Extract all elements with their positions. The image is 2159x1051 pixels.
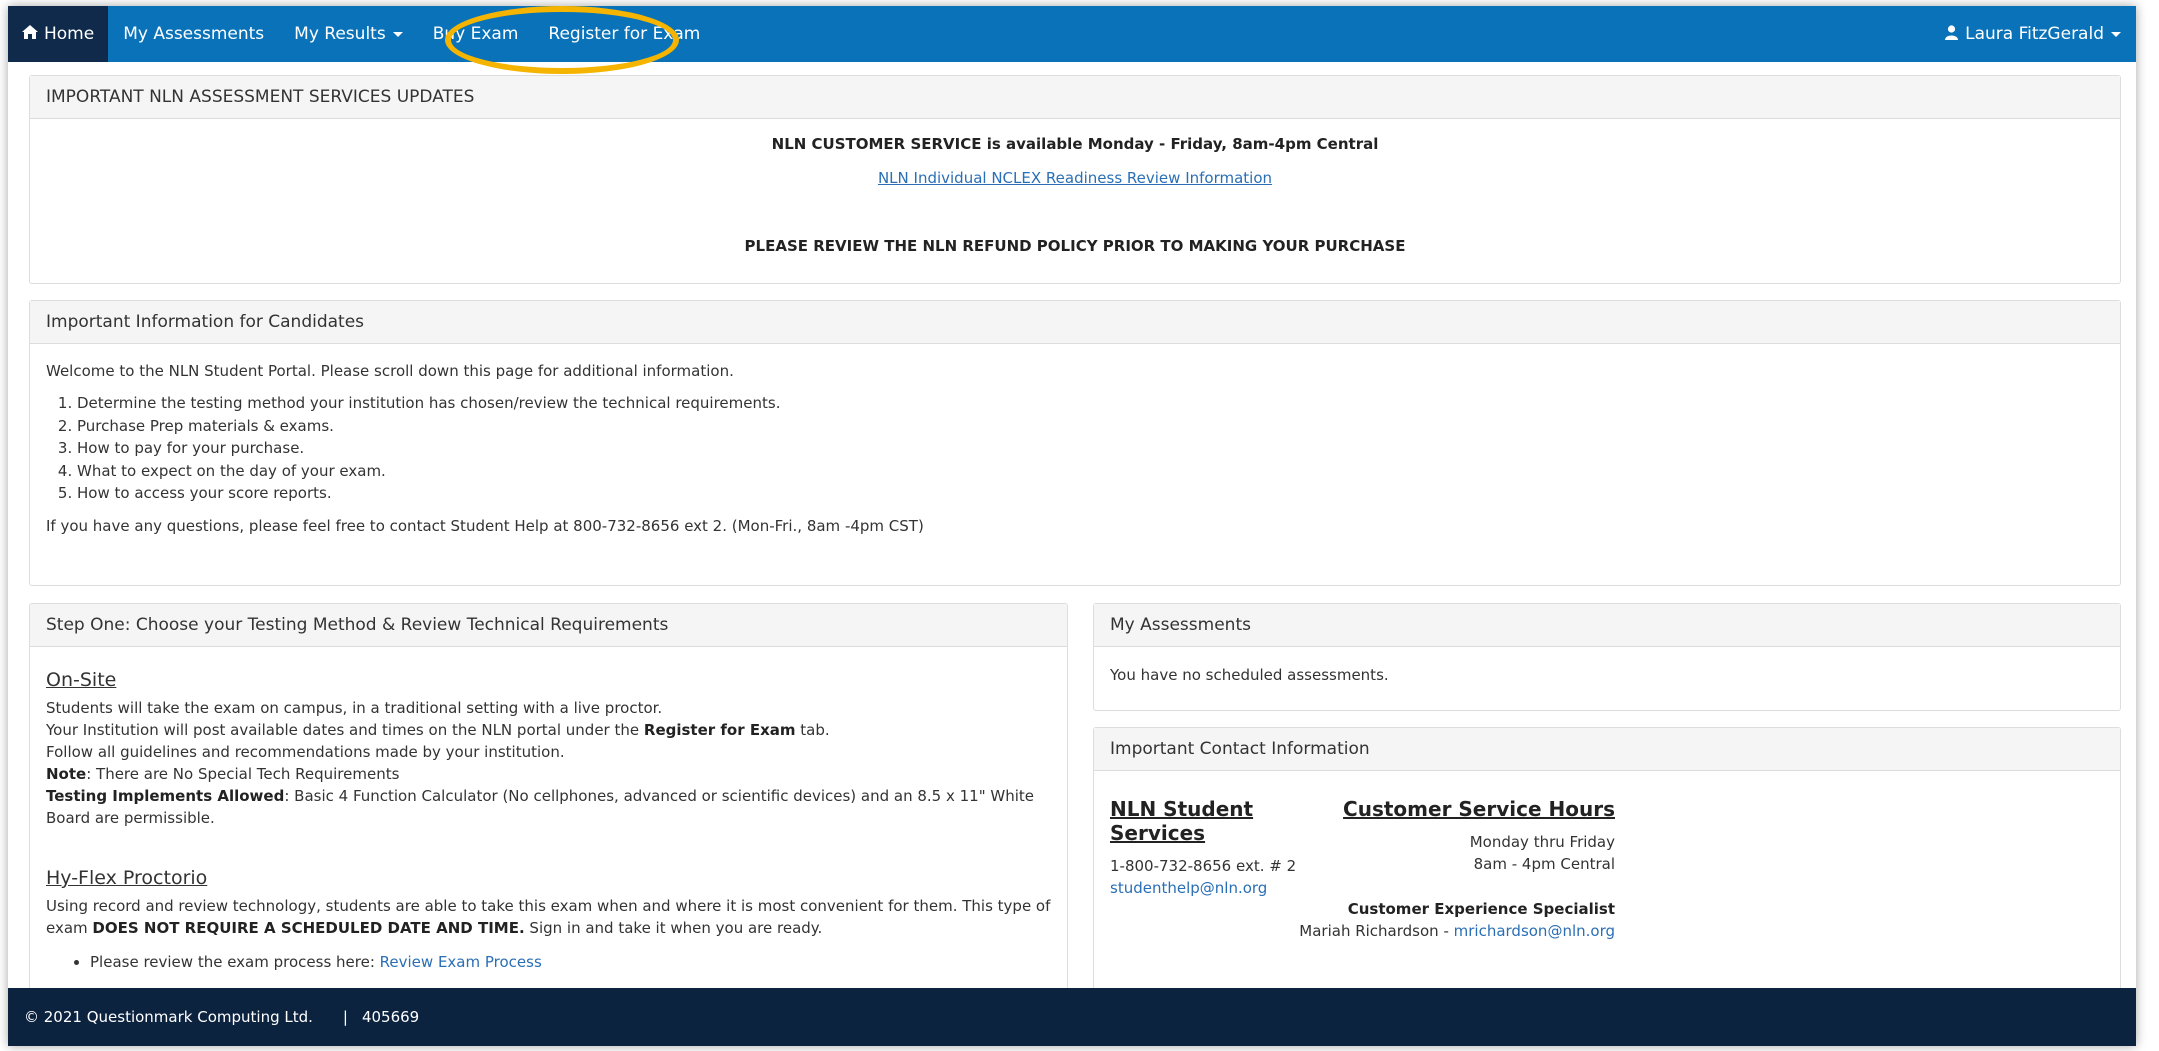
specialist-name: Mariah Richardson - <box>1299 922 1454 940</box>
nclex-readiness-link[interactable]: NLN Individual NCLEX Readiness Review In… <box>878 169 1272 187</box>
contact-heading: Important Contact Information <box>1094 728 2120 771</box>
nav-home-label: Home <box>44 24 95 44</box>
build-number: 405669 <box>361 1008 420 1026</box>
nav-my-assessments[interactable]: My Assessments <box>108 6 279 62</box>
specialist-line: Mariah Richardson - mrichardson@nln.org <box>1115 920 1615 942</box>
candidates-body: Welcome to the NLN Student Portal. Pleas… <box>30 344 2120 553</box>
student-services-phone: 1-800-732-8656 ext. # 2 <box>1110 857 1297 875</box>
onsite-line-3: Follow all guidelines and recommendation… <box>46 743 565 761</box>
list-item: How to pay for your purchase. <box>77 437 2104 460</box>
no-assessments-text: You have no scheduled assessments. <box>1110 666 1389 684</box>
chevron-down-icon <box>2111 31 2121 37</box>
welcome-text: Welcome to the NLN Student Portal. Pleas… <box>46 362 734 380</box>
updates-heading: IMPORTANT NLN ASSESSMENT SERVICES UPDATE… <box>30 76 2120 119</box>
step-one-body: On-Site Students will take the exam on c… <box>30 647 1067 989</box>
customer-service-notice: NLN CUSTOMER SERVICE is available Monday… <box>771 135 1379 153</box>
hyflex-list: Please review the exam process here: Rev… <box>90 951 1051 973</box>
note-label: Note <box>46 765 87 783</box>
student-services-block: NLN Student Services 1-800-732-8656 ext.… <box>1110 797 1320 899</box>
nav-my-results[interactable]: My Results <box>279 6 418 62</box>
review-exam-process-link[interactable]: Review Exam Process <box>380 953 542 971</box>
onsite-line-2-end: tab. <box>795 721 830 739</box>
user-menu[interactable]: Laura FitzGerald <box>1930 6 2136 62</box>
page-frame: Home My Assessments My Results Buy Exam … <box>8 6 2136 1046</box>
implements-label: Testing Implements Allowed <box>46 787 285 805</box>
onsite-line-2-text: Your Institution will post available dat… <box>46 721 644 739</box>
service-hours-block: Customer Service Hours Monday thru Frida… <box>1299 797 1615 942</box>
onsite-line-2: Your Institution will post available dat… <box>46 719 1051 741</box>
top-navbar: Home My Assessments My Results Buy Exam … <box>8 6 2136 62</box>
home-icon <box>22 25 38 43</box>
service-days: Monday thru Friday <box>1469 833 1615 851</box>
hyflex-title: Hy-Flex Proctorio <box>46 867 208 889</box>
note-text: : There are No Special Tech Requirements <box>86 765 400 783</box>
step-one-panel: Step One: Choose your Testing Method & R… <box>29 603 1068 1046</box>
service-hours-title: Customer Service Hours <box>1343 797 1615 821</box>
register-tab-ref: Register for Exam <box>643 721 796 739</box>
onsite-title: On-Site <box>46 669 117 691</box>
refund-policy-notice: PLEASE REVIEW THE NLN REFUND POLICY PRIO… <box>744 237 1406 255</box>
footer-separator: | <box>342 1008 348 1026</box>
onsite-implements: Testing Implements Allowed: Basic 4 Func… <box>46 785 1051 829</box>
nav-register-for-exam[interactable]: Register for Exam <box>533 6 715 62</box>
updates-panel: IMPORTANT NLN ASSESSMENT SERVICES UPDATE… <box>29 75 2121 284</box>
nav-home[interactable]: Home <box>8 6 109 62</box>
bullet-text: Please review the exam process here: <box>90 953 380 971</box>
hyflex-bold: DOES NOT REQUIRE A SCHEDULED DATE AND TI… <box>92 919 525 937</box>
list-item: Purchase Prep materials & exams. <box>77 415 2104 438</box>
list-item: How to access your score reports. <box>77 482 2104 505</box>
questions-text: If you have any questions, please feel f… <box>46 516 924 535</box>
user-name: Laura FitzGerald <box>1965 24 2104 44</box>
candidate-steps-list: Determine the testing method your instit… <box>77 392 2104 505</box>
nav-my-results-label: My Results <box>294 24 386 44</box>
copyright-text: © 2021 Questionmark Computing Ltd. <box>24 1008 313 1026</box>
chevron-down-icon <box>392 31 403 37</box>
service-time: 8am - 4pm Central <box>1473 855 1615 873</box>
contact-panel: Important Contact Information NLN Studen… <box>1093 727 2121 991</box>
student-help-email[interactable]: studenthelp@nln.org <box>1110 879 1267 897</box>
my-assessments-panel: My Assessments You have no scheduled ass… <box>1093 603 2121 711</box>
updates-body: NLN CUSTOMER SERVICE is available Monday… <box>30 119 2120 273</box>
nav-buy-exam[interactable]: Buy Exam <box>418 6 534 62</box>
student-services-title: NLN Student Services <box>1110 797 1254 845</box>
candidates-heading: Important Information for Candidates <box>30 301 2120 344</box>
hyflex-text-end: Sign in and take it when you are ready. <box>524 919 823 937</box>
list-item: Please review the exam process here: Rev… <box>90 951 1051 973</box>
my-assessments-heading: My Assessments <box>1094 604 2120 647</box>
footer: © 2021 Questionmark Computing Ltd. | 405… <box>8 988 2136 1046</box>
list-item: Determine the testing method your instit… <box>77 392 2104 415</box>
list-item: What to expect on the day of your exam. <box>77 460 2104 483</box>
onsite-line-1: Students will take the exam on campus, i… <box>46 699 663 717</box>
hyflex-paragraph: Using record and review technology, stud… <box>46 895 1051 939</box>
onsite-note: Note: There are No Special Tech Requirem… <box>46 763 1051 785</box>
step-one-heading: Step One: Choose your Testing Method & R… <box>30 604 1067 647</box>
specialist-title: Customer Experience Specialist <box>1347 900 1615 918</box>
candidates-panel: Important Information for Candidates Wel… <box>29 300 2121 586</box>
user-icon <box>1945 24 1959 44</box>
specialist-email[interactable]: mrichardson@nln.org <box>1454 922 1615 940</box>
